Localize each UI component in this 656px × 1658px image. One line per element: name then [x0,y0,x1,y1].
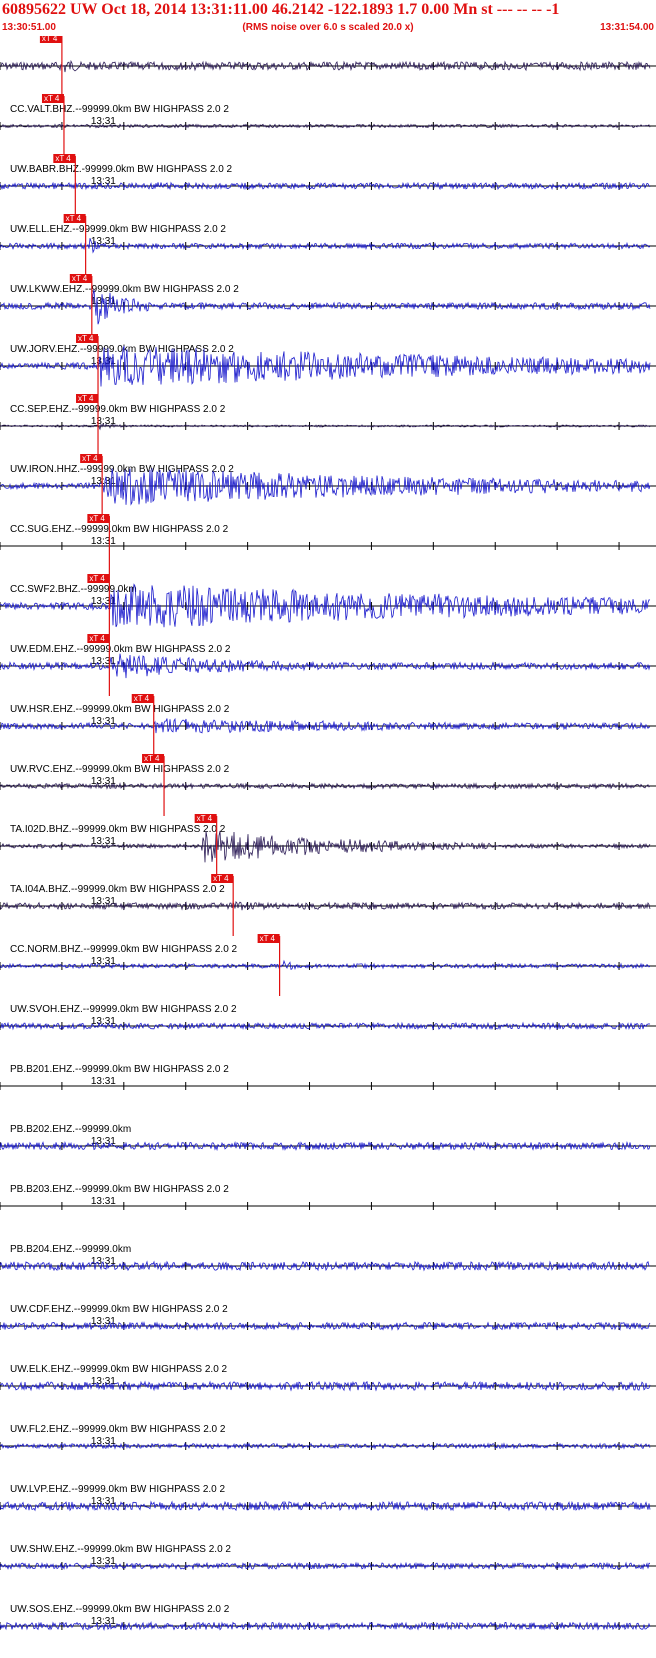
pick-label: xT 4 [42,36,58,43]
station-label: UW.HSR.EHZ.--99999.0km BW HIGHPASS 2.0 2 [10,704,230,715]
station-label: UW.IRON.HHZ.--99999.0km BW HIGHPASS 2.0 … [10,464,234,475]
pick-label: xT 4 [72,274,88,283]
station-label: UW.SOS.EHZ.--99999.0km BW HIGHPASS 2.0 2 [10,1604,230,1615]
station-label: UW.ELK.EHZ.--99999.0km BW HIGHPASS 2.0 2 [10,1364,228,1375]
station-label: UW.LKWW.EHZ.--99999.0km BW HIGHPASS 2.0 … [10,284,239,295]
station-label: UW.FL2.EHZ.--99999.0km BW HIGHPASS 2.0 2 [10,1424,226,1435]
station-label: CC.NORM.BHZ.--99999.0km BW HIGHPASS 2.0 … [10,944,238,955]
station-label: UW.ELL.EHZ.--99999.0km BW HIGHPASS 2.0 2 [10,224,226,235]
time-tick-label: 13:31 [91,1196,116,1207]
pick-label: xT 4 [66,214,82,223]
pick-label: xT 4 [82,454,98,463]
time-tick-label: 13:31 [91,536,116,547]
pick-label: xT 4 [134,694,150,703]
station-label: UW.SVOH.EHZ.--99999.0km BW HIGHPASS 2.0 … [10,1004,237,1015]
station-label: UW.SHW.EHZ.--99999.0km BW HIGHPASS 2.0 2 [10,1544,231,1555]
station-label: PB.B203.EHZ.--99999.0km BW HIGHPASS 2.0 … [10,1184,229,1195]
station-label: TA.I02D.BHZ.--99999.0km BW HIGHPASS 2.0 … [10,824,226,835]
plot-header: 60895622 UW Oct 18, 2014 13:31:11.00 46.… [0,0,656,36]
pick-label: xT 4 [89,634,105,643]
station-label: PB.B202.EHZ.--99999.0km [10,1124,131,1135]
station-label: UW.EDM.EHZ.--99999.0km BW HIGHPASS 2.0 2 [10,644,231,655]
station-label: UW.LVP.EHZ.--99999.0km BW HIGHPASS 2.0 2 [10,1484,226,1495]
seismogram-plot: CC.VALT.BHZ.--99999.0km BW HIGHPASS 2.0 … [0,36,656,1632]
pick-label: xT 4 [78,394,94,403]
pick-label: xT 4 [89,514,105,523]
pick-label: xT 4 [78,334,94,343]
pick-label: xT 4 [144,754,160,763]
pick-label: xT 4 [213,874,229,883]
pick-label: xT 4 [55,154,71,163]
station-label: UW.RVC.EHZ.--99999.0km BW HIGHPASS 2.0 2 [10,764,230,775]
pick-label: xT 4 [260,934,276,943]
pick-label: xT 4 [89,574,105,583]
waveform [0,59,651,73]
station-label: CC.SEP.EHZ.--99999.0km BW HIGHPASS 2.0 2 [10,404,226,415]
station-label: UW.JORV.EHZ.--99999.0km BW HIGHPASS 2.0 … [10,344,234,355]
pick-label: xT 4 [197,814,213,823]
station-label: UW.CDF.EHZ.--99999.0km BW HIGHPASS 2.0 2 [10,1304,228,1315]
event-title: 60895622 UW Oct 18, 2014 13:31:11.00 46.… [2,1,560,18]
end-time: 13:31:54.00 [600,22,654,33]
station-label: CC.VALT.BHZ.--99999.0km BW HIGHPASS 2.0 … [10,104,229,115]
rms-note: (RMS noise over 6.0 s scaled 20.0 x) [242,22,414,33]
station-label: PB.B201.EHZ.--99999.0km BW HIGHPASS 2.0 … [10,1064,229,1075]
time-tick-label: 13:31 [91,1076,116,1087]
station-label: PB.B204.EHZ.--99999.0km [10,1244,131,1255]
pick-label: xT 4 [44,94,60,103]
station-label: CC.SUG.EHZ.--99999.0km BW HIGHPASS 2.0 2 [10,524,229,535]
station-label: UW.BABR.BHZ.-99999.0km BW HIGHPASS 2.0 2 [10,164,233,175]
station-label: TA.I04A.BHZ.--99999.0km BW HIGHPASS 2.0 … [10,884,225,895]
time-tick-label: 13:31 [91,1316,116,1327]
